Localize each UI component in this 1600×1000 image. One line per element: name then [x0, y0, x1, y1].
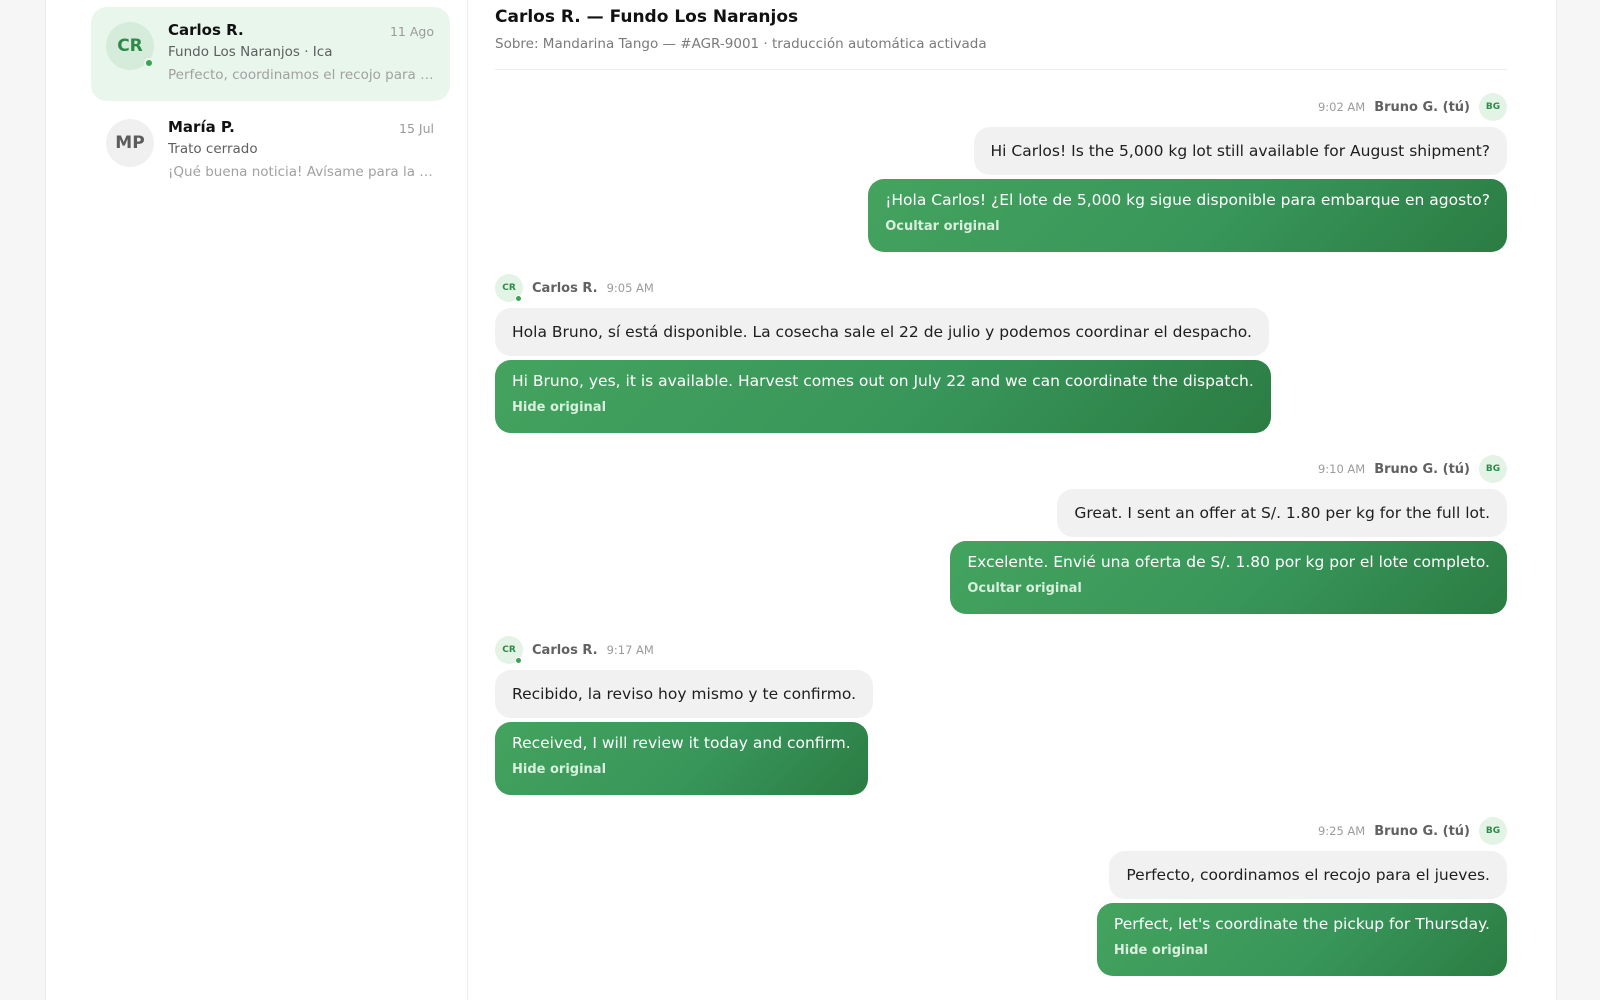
toggle-original-link[interactable]: Ocultar original	[967, 578, 1490, 600]
message-translation-bubble: Excelente. Envié una oferta de S/. 1.80 …	[950, 541, 1507, 614]
message-translation-bubble: Hi Bruno, yes, it is available. Harvest …	[495, 360, 1271, 433]
chat-panel: Carlos R. — Fundo Los Naranjos Sobre: Ma…	[495, 0, 1507, 1000]
avatar: CR	[106, 22, 154, 70]
chat-subtitle: Sobre: Mandarina Tango — #AGR-9001 · tra…	[495, 36, 987, 52]
message-meta: 9:02 AM Bruno G. (tú) BG	[1318, 93, 1507, 121]
toggle-original-link[interactable]: Hide original	[1114, 940, 1490, 962]
message-time: 9:02 AM	[1317, 100, 1366, 114]
message-translation-text: Excelente. Envié una oferta de S/. 1.80 …	[967, 553, 1490, 571]
message-meta: 9:10 AM Bruno G. (tú) BG	[1318, 455, 1507, 483]
avatar: CR	[495, 274, 523, 302]
avatar: BG	[1479, 817, 1507, 845]
conversation-item-carlos[interactable]: CR Carlos R. 11 Ago Fundo Los Naranjos ·…	[91, 7, 450, 101]
avatar: CR	[495, 636, 523, 664]
online-status-dot	[515, 295, 522, 302]
avatar-initials: CR	[117, 36, 143, 56]
conversation-preview: Perfecto, coordinamos el recojo para el …	[168, 67, 434, 83]
conversation-name: María P.	[168, 118, 235, 136]
chat-title: Carlos R. — Fundo Los Naranjos	[495, 7, 799, 27]
conversation-date: 11 Ago	[389, 24, 434, 39]
message-meta: CR Carlos R. 9:05 AM	[495, 274, 654, 302]
message-time: 9:25 AM	[1317, 824, 1366, 838]
conversation-date: 15 Jul	[399, 121, 434, 136]
online-status-dot	[144, 58, 154, 68]
message-translation-text: ¡Hola Carlos! ¿El lote de 5,000 kg sigue…	[885, 191, 1490, 209]
conversation-sidebar: CR Carlos R. 11 Ago Fundo Los Naranjos ·…	[46, 0, 468, 1000]
conversation-name: Carlos R.	[168, 21, 244, 39]
message-translation-bubble: Perfect, let's coordinate the pickup for…	[1096, 903, 1507, 976]
message-author: Carlos R.	[532, 280, 598, 296]
message-time: 9:10 AM	[1317, 462, 1366, 476]
avatar-initials: BG	[1485, 826, 1501, 836]
message-author: Bruno G. (tú)	[1374, 99, 1470, 115]
message-original-bubble: Perfecto, coordinamos el recojo para el …	[1109, 851, 1507, 899]
avatar-initials: CR	[502, 645, 516, 655]
toggle-original-link[interactable]: Hide original	[512, 397, 1254, 419]
message-translation-text: Received, I will review it today and con…	[512, 734, 851, 752]
toggle-original-link[interactable]: Ocultar original	[885, 216, 1490, 238]
avatar-initials: CR	[502, 283, 516, 293]
avatar-initials: BG	[1485, 102, 1501, 112]
message-translation-bubble: Received, I will review it today and con…	[495, 722, 868, 795]
message-author: Carlos R.	[532, 642, 598, 658]
avatar-initials: MP	[115, 133, 145, 153]
message-original-bubble: Hola Bruno, sí está disponible. La cosec…	[495, 308, 1269, 356]
toggle-original-link[interactable]: Hide original	[512, 759, 851, 781]
message-original-bubble: Recibido, la reviso hoy mismo y te confi…	[495, 670, 873, 718]
message-translation-text: Perfect, let's coordinate the pickup for…	[1113, 915, 1490, 933]
online-status-dot	[515, 657, 522, 664]
conversation-subtitle: Fundo Los Naranjos · Ica	[168, 44, 333, 60]
message-author: Bruno G. (tú)	[1374, 461, 1470, 477]
message-original-bubble: Hi Carlos! Is the 5,000 kg lot still ava…	[973, 127, 1507, 175]
app-frame: CR Carlos R. 11 Ago Fundo Los Naranjos ·…	[45, 0, 1557, 1000]
message-time: 9:17 AM	[606, 643, 654, 657]
message-original-bubble: Great. I sent an offer at S/. 1.80 per k…	[1057, 489, 1507, 537]
conversation-subtitle: Trato cerrado	[168, 141, 258, 157]
message-time: 9:05 AM	[606, 281, 654, 295]
message-author: Bruno G. (tú)	[1374, 823, 1470, 839]
avatar: BG	[1479, 455, 1507, 483]
avatar-initials: BG	[1485, 464, 1501, 474]
message-translation-text: Hi Bruno, yes, it is available. Harvest …	[512, 372, 1254, 390]
avatar: BG	[1479, 93, 1507, 121]
conversation-item-maria[interactable]: MP María P. 15 Jul Trato cerrado ¡Qué bu…	[91, 104, 450, 198]
conversation-preview: ¡Qué buena noticia! Avísame para la próx…	[168, 164, 434, 180]
message-meta: CR Carlos R. 9:17 AM	[495, 636, 654, 664]
header-divider	[495, 69, 1507, 70]
avatar: MP	[106, 119, 154, 167]
message-translation-bubble: ¡Hola Carlos! ¿El lote de 5,000 kg sigue…	[868, 179, 1507, 252]
message-meta: 9:25 AM Bruno G. (tú) BG	[1318, 817, 1507, 845]
